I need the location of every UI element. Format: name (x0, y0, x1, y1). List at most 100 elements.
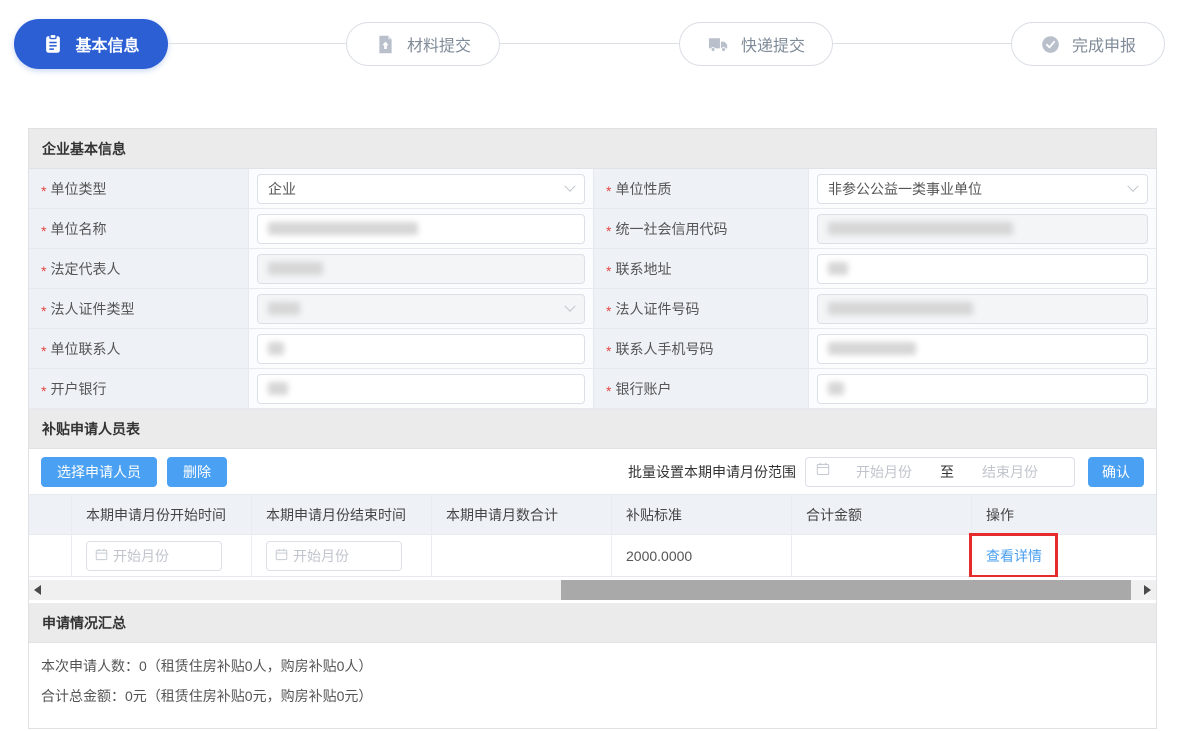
legal-rep-input[interactable] (257, 253, 585, 284)
summary-applicants-line: 本次申请人数：0（租赁住房补贴0人，购房补贴0人） (41, 658, 373, 674)
field-value-credit-code (809, 209, 1156, 249)
contact-phone-input[interactable] (817, 333, 1148, 364)
start-month-placeholder[interactable]: 开始月份 (830, 462, 938, 482)
step-label: 基本信息 (75, 38, 140, 55)
redacted-value (268, 382, 288, 395)
month-range-picker[interactable]: 开始月份 至 结束月份 (805, 456, 1075, 487)
step-material-submit[interactable]: 材料提交 (346, 22, 500, 66)
field-value-legal-rep (249, 249, 594, 289)
column-header-action: 操作 (972, 495, 1156, 535)
calendar-icon (275, 548, 288, 564)
redacted-value (828, 222, 1013, 235)
legal-id-number-input[interactable] (817, 293, 1148, 324)
required-marker: * (41, 302, 47, 319)
row-end-month-input[interactable]: 开始月份 (266, 540, 402, 571)
view-details-link[interactable]: 查看详情 (986, 546, 1042, 566)
field-label-legal-id-number: * 法人证件号码 (594, 289, 809, 329)
unit-contact-input[interactable] (257, 333, 585, 364)
calendar-icon (816, 462, 830, 481)
redacted-value (828, 342, 916, 355)
step-express-submit[interactable]: 快递提交 (679, 22, 833, 66)
required-marker: * (41, 382, 47, 399)
step-connector (168, 43, 346, 44)
row-amount-cell (792, 535, 972, 577)
section-title-company-info: 企业基本信息 (29, 129, 1156, 169)
end-month-placeholder[interactable]: 结束月份 (956, 462, 1064, 482)
redacted-value (268, 342, 284, 355)
field-label-unit-name: * 单位名称 (29, 209, 249, 249)
row-end-cell: 开始月份 (252, 535, 432, 577)
batch-month-range-group: 批量设置本期申请月份范围 开始月份 至 结束月份 确认 (628, 456, 1144, 487)
chevron-down-icon (564, 180, 576, 192)
redacted-value (268, 302, 300, 315)
row-start-cell: 开始月份 (72, 535, 252, 577)
step-connector (500, 43, 679, 44)
column-header-standard: 补贴标准 (612, 495, 792, 535)
field-label-bank-account: * 银行账户 (594, 369, 809, 409)
field-value-bank-account (809, 369, 1156, 409)
summary-body: 本次申请人数：0（租赁住房补贴0人，购房补贴0人） 合计总金额：0元（租赁住房补… (29, 643, 1156, 719)
redacted-value (268, 262, 323, 275)
section-title-personnel: 补贴申请人员表 (29, 409, 1156, 449)
field-value-contact-phone (809, 329, 1156, 369)
main-panel: 企业基本信息 * 单位类型 企业 * 单位性质 非参公公益一类事业单位 * 单位… (28, 128, 1157, 729)
chevron-down-icon (1127, 180, 1139, 192)
step-basic-info[interactable]: 基本信息 (14, 19, 168, 69)
bank-account-input[interactable] (817, 373, 1148, 404)
row-action-cell: 查看详情 (972, 535, 1156, 577)
required-marker: * (606, 382, 612, 399)
field-label-credit-code: * 统一社会信用代码 (594, 209, 809, 249)
page: 基本信息 材料提交 快递提交 完成申报 企业基本信息 * 单位类型 企业 * 单… (0, 0, 1200, 731)
field-label-unit-type: * 单位类型 (29, 169, 249, 209)
horizontal-scrollbar (29, 577, 1156, 603)
company-info-form: * 单位类型 企业 * 单位性质 非参公公益一类事业单位 * 单位名称 * 统一… (29, 169, 1156, 409)
required-marker: * (606, 302, 612, 319)
unit-type-select[interactable]: 企业 (257, 173, 585, 204)
required-marker: * (41, 262, 47, 279)
required-marker: * (606, 182, 612, 199)
column-header-amount: 合计金额 (792, 495, 972, 535)
scrollbar-thumb[interactable] (561, 580, 1131, 600)
field-value-bank-name (249, 369, 594, 409)
required-marker: * (606, 222, 612, 239)
bank-name-input[interactable] (257, 373, 585, 404)
personnel-table: 本期申请月份开始时间 本期申请月份结束时间 本期申请月数合计 补贴标准 合计金额… (29, 495, 1156, 577)
required-marker: * (606, 262, 612, 279)
step-complete-declare[interactable]: 完成申报 (1011, 22, 1165, 66)
check-circle-icon (1040, 34, 1061, 55)
upload-file-icon (375, 34, 396, 55)
select-applicants-button[interactable]: 选择申请人员 (41, 456, 157, 487)
field-value-legal-id-number (809, 289, 1156, 329)
required-marker: * (41, 222, 47, 239)
scroll-left-arrow-icon[interactable] (34, 585, 41, 595)
credit-code-input[interactable] (817, 213, 1148, 244)
row-start-month-input[interactable]: 开始月份 (86, 540, 222, 571)
field-value-unit-type: 企业 (249, 169, 594, 209)
delete-button[interactable]: 删除 (167, 456, 227, 487)
step-label: 快递提交 (740, 38, 805, 55)
redacted-value (828, 302, 973, 315)
step-label: 完成申报 (1071, 38, 1136, 55)
field-label-bank-name: * 开户银行 (29, 369, 249, 409)
redacted-value (828, 262, 848, 275)
clipboard-icon (42, 33, 64, 55)
scroll-right-arrow-icon[interactable] (1144, 585, 1151, 595)
row-months-cell (432, 535, 612, 577)
range-separator: 至 (940, 463, 954, 480)
unit-nature-select[interactable]: 非参公公益一类事业单位 (817, 173, 1148, 204)
section-title-summary: 申请情况汇总 (29, 603, 1156, 643)
field-label-unit-contact: * 单位联系人 (29, 329, 249, 369)
redacted-value (268, 222, 418, 235)
legal-id-type-select[interactable] (257, 293, 585, 324)
row-checkbox-cell[interactable] (29, 535, 72, 577)
row-standard-cell: 2000.0000 (612, 535, 792, 577)
field-value-unit-name (249, 209, 594, 249)
column-header-checkbox (29, 495, 72, 535)
redacted-value (828, 382, 844, 395)
required-marker: * (41, 342, 47, 359)
step-label: 材料提交 (406, 38, 471, 55)
confirm-button[interactable]: 确认 (1088, 456, 1144, 487)
unit-name-input[interactable] (257, 213, 585, 244)
field-value-unit-contact (249, 329, 594, 369)
contact-address-input[interactable] (817, 253, 1148, 284)
